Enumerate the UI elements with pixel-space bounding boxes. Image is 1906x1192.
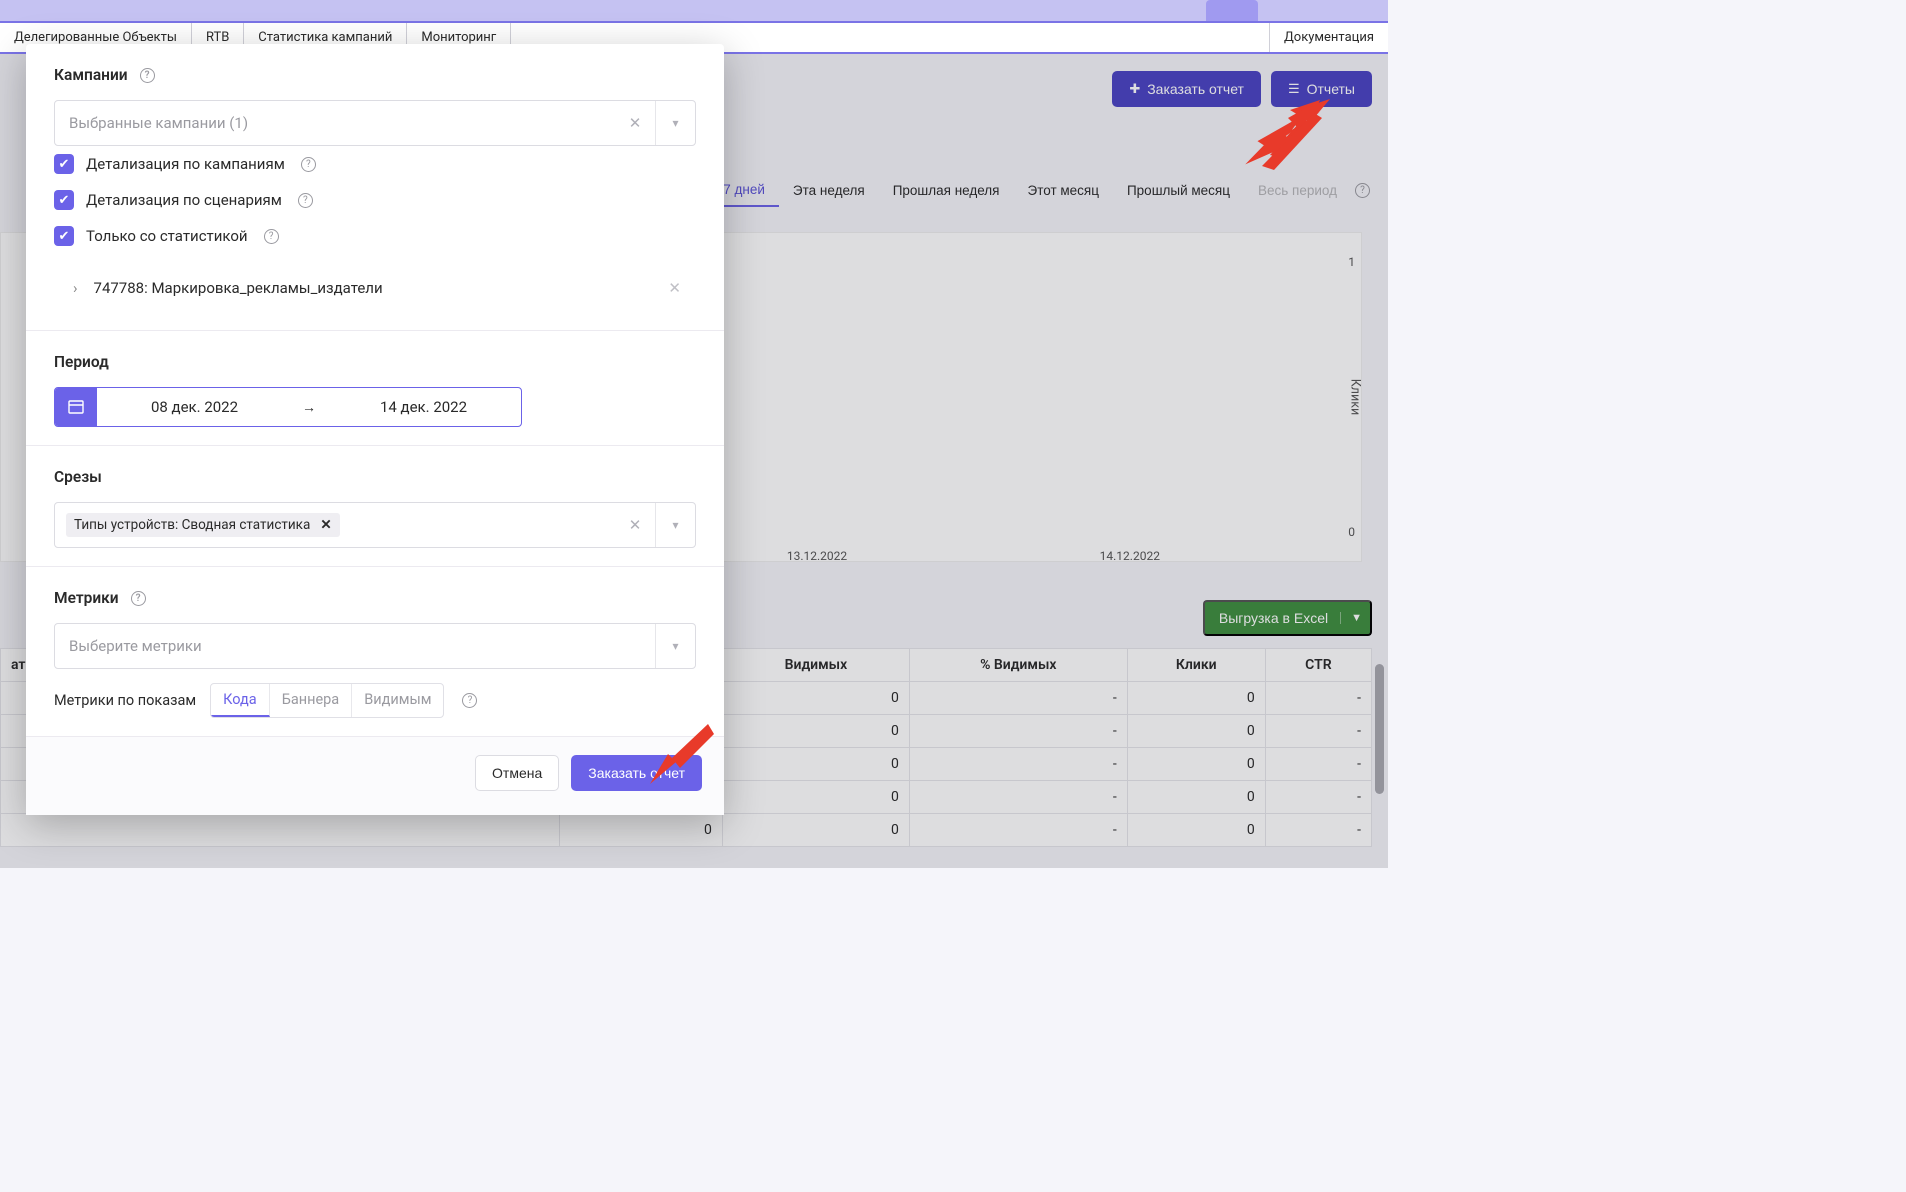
nav-tab-docs[interactable]: Документация bbox=[1269, 23, 1388, 52]
chevron-down-icon[interactable]: ▾ bbox=[655, 101, 695, 145]
checkbox-only-stats[interactable]: ✔ bbox=[54, 226, 74, 246]
help-icon[interactable]: ? bbox=[140, 68, 155, 83]
checkbox-detail-campaigns[interactable]: ✔ bbox=[54, 154, 74, 174]
checkbox-detail-scenarios[interactable]: ✔ bbox=[54, 190, 74, 210]
campaign-item-label: 747788: Маркировка_рекламы_издатели bbox=[94, 279, 383, 297]
help-icon[interactable]: ? bbox=[131, 591, 146, 606]
annotation-arrow-icon bbox=[640, 716, 720, 796]
clear-icon[interactable]: ✕ bbox=[615, 114, 655, 132]
slices-select[interactable]: Типы устройств: Сводная статистика ✕ ✕ ▾ bbox=[54, 502, 696, 548]
calendar-icon bbox=[55, 388, 97, 426]
metrics-placeholder: Выберите метрики bbox=[69, 637, 655, 655]
seg-vidimym[interactable]: Видимым bbox=[352, 684, 443, 717]
order-report-modal: Кампании ? Выбранные кампании (1) ✕ ▾ ✔ … bbox=[26, 44, 724, 815]
metrics-select[interactable]: Выберите метрики ▾ bbox=[54, 623, 696, 669]
help-icon[interactable]: ? bbox=[301, 157, 316, 172]
date-range-input[interactable]: 08 дек. 2022 → 14 дек. 2022 bbox=[54, 387, 522, 427]
cancel-button[interactable]: Отмена bbox=[475, 755, 559, 791]
section-metrics-title: Метрики bbox=[54, 589, 119, 607]
metrics-segmented: Кода Баннера Видимым bbox=[210, 683, 444, 718]
arrow-right-icon: → bbox=[292, 388, 326, 426]
help-icon[interactable]: ? bbox=[264, 229, 279, 244]
slice-chip-label: Типы устройств: Сводная статистика bbox=[74, 517, 310, 533]
topbar-pill bbox=[1206, 0, 1258, 21]
chevron-right-icon: › bbox=[73, 279, 78, 297]
chklabel-detail-campaigns: Детализация по кампаниям bbox=[86, 155, 285, 173]
chevron-down-icon[interactable]: ▾ bbox=[655, 624, 695, 668]
clear-icon[interactable]: ✕ bbox=[615, 516, 655, 534]
help-icon[interactable]: ? bbox=[462, 693, 477, 708]
slice-chip: Типы устройств: Сводная статистика ✕ bbox=[66, 513, 340, 537]
seg-koda[interactable]: Кода bbox=[211, 684, 270, 717]
date-from: 08 дек. 2022 bbox=[97, 388, 292, 426]
remove-campaign-icon[interactable]: ✕ bbox=[668, 279, 681, 297]
section-period-title: Период bbox=[54, 353, 109, 371]
campaigns-select-text: Выбранные кампании (1) bbox=[69, 114, 615, 132]
chevron-down-icon[interactable]: ▾ bbox=[655, 503, 695, 547]
date-to: 14 дек. 2022 bbox=[326, 388, 521, 426]
cancel-label: Отмена bbox=[492, 765, 542, 781]
campaign-item[interactable]: › 747788: Маркировка_рекламы_издатели ✕ bbox=[54, 264, 696, 312]
remove-chip-icon[interactable]: ✕ bbox=[320, 517, 331, 533]
annotation-arrow-icon bbox=[1232, 96, 1337, 181]
seg-bannera[interactable]: Баннера bbox=[270, 684, 352, 717]
section-campaigns-title: Кампании bbox=[54, 66, 128, 84]
section-slices-title: Срезы bbox=[54, 468, 102, 486]
campaigns-select[interactable]: Выбранные кампании (1) ✕ ▾ bbox=[54, 100, 696, 146]
chklabel-detail-scenarios: Детализация по сценариям bbox=[86, 191, 282, 209]
metrics-seg-label: Метрики по показам bbox=[54, 692, 196, 709]
chklabel-only-stats: Только со статистикой bbox=[86, 227, 248, 245]
help-icon[interactable]: ? bbox=[298, 193, 313, 208]
